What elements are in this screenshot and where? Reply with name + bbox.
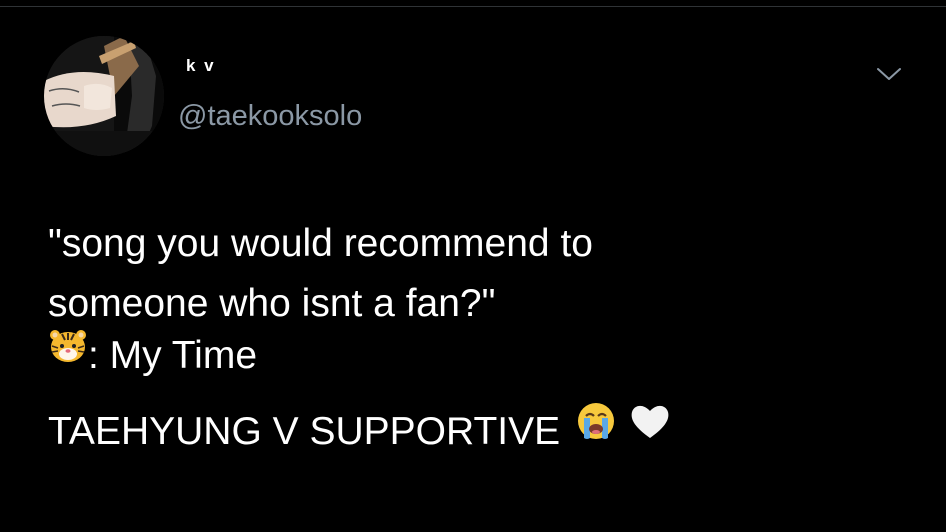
avatar-photo bbox=[44, 36, 164, 156]
white-heart-emoji bbox=[628, 400, 672, 460]
tweet-line-3: : My Time bbox=[48, 326, 908, 386]
tweet-card: k v @taekooksolo "song you would recomme… bbox=[0, 0, 946, 532]
supportive-text: TAEHYUNG V SUPPORTIVE bbox=[48, 410, 561, 453]
chevron-down-icon bbox=[877, 68, 901, 80]
display-name[interactable]: k v bbox=[186, 56, 216, 76]
tweet-line-1: "song you would recommend to bbox=[48, 222, 593, 265]
more-options-button[interactable] bbox=[872, 62, 906, 86]
user-handle[interactable]: @taekooksolo bbox=[178, 100, 362, 133]
my-time-text: : My Time bbox=[88, 334, 258, 377]
tweet-line-2: someone who isnt a fan?" bbox=[48, 282, 496, 325]
tiger-face-emoji bbox=[48, 324, 88, 384]
loudly-crying-face-emoji bbox=[575, 400, 617, 460]
tweet-text: "song you would recommend to someone who… bbox=[48, 214, 908, 462]
tweet-line-4: TAEHYUNG V SUPPORTIVE bbox=[48, 402, 908, 462]
avatar[interactable] bbox=[44, 36, 164, 156]
